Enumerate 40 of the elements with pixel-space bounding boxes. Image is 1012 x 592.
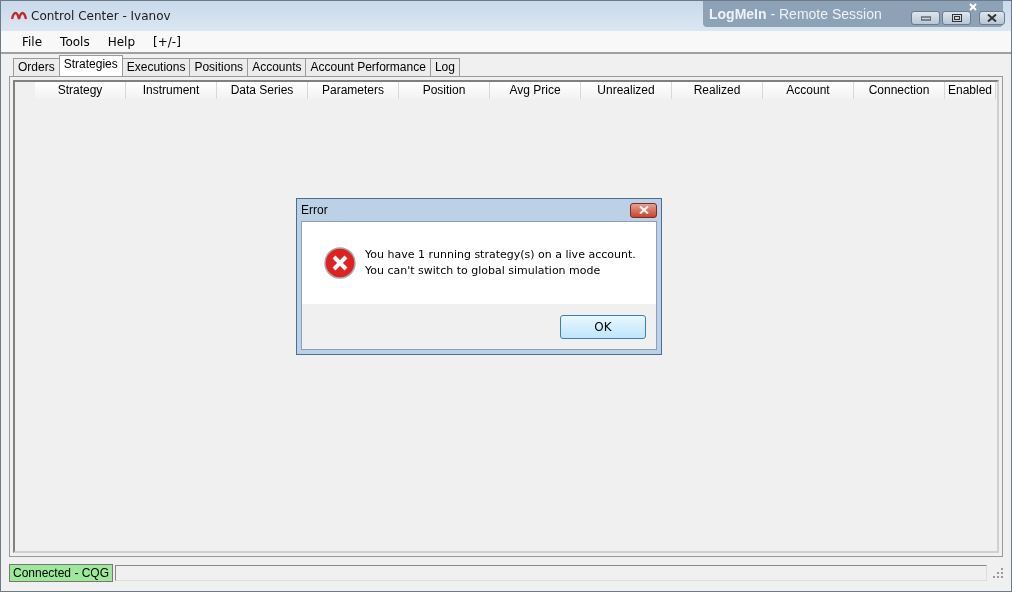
menu-item[interactable]: [+/-]: [144, 34, 190, 49]
tab[interactable]: Strategies: [58, 55, 123, 76]
column-header[interactable]: Data Series: [217, 82, 308, 99]
column-header[interactable]: Connection: [854, 82, 945, 99]
tab[interactable]: Orders: [13, 58, 60, 76]
tab[interactable]: Executions: [121, 58, 191, 76]
tab[interactable]: Log: [429, 58, 460, 76]
maximize-button[interactable]: [942, 11, 971, 25]
window-title: Control Center - Ivanov: [31, 9, 171, 23]
minimize-icon: [920, 15, 931, 21]
column-header[interactable]: Instrument: [126, 82, 217, 99]
close-icon: [987, 14, 997, 22]
menu-item[interactable]: File: [13, 34, 52, 49]
tab[interactable]: Account Performance: [305, 58, 431, 76]
connection-status: Connected - CQG: [9, 564, 114, 582]
error-icon: [324, 247, 356, 279]
close-button[interactable]: [979, 11, 1005, 25]
close-icon[interactable]: [969, 3, 977, 11]
tab[interactable]: Positions: [189, 58, 249, 76]
menu-item[interactable]: Help: [98, 34, 144, 49]
dialog-title: Error: [301, 203, 328, 217]
column-header[interactable]: Enabled: [945, 82, 996, 99]
error-message: You have 1 running strategy(s) on a live account.: [365, 247, 636, 263]
column-header[interactable]: Realized: [672, 82, 763, 99]
close-icon: [638, 206, 649, 214]
app-logo-icon: [11, 10, 27, 22]
error-message: You can't switch to global simulation mode: [365, 263, 602, 279]
resize-grip-icon[interactable]: [993, 568, 1003, 578]
column-header[interactable]: Strategy: [35, 82, 126, 99]
tab[interactable]: Accounts: [247, 58, 307, 76]
remote-session-title: LogMeIn - Remote Session: [709, 6, 882, 22]
column-header[interactable]: Avg Price: [490, 82, 581, 99]
column-header[interactable]: Account: [763, 82, 854, 99]
menu-item[interactable]: Tools: [51, 34, 99, 49]
column-header[interactable]: Unrealized: [581, 82, 672, 99]
column-header[interactable]: Parameters: [308, 82, 399, 99]
ok-button[interactable]: OK: [560, 314, 646, 339]
maximize-icon: [951, 14, 962, 22]
column-header[interactable]: Position: [399, 82, 490, 99]
close-button[interactable]: [630, 202, 657, 218]
